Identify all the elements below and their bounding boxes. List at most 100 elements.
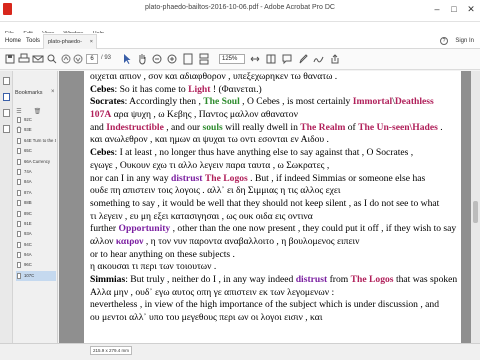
text-run: will really dwell in	[222, 121, 301, 133]
close-pane-icon[interactable]: ×	[51, 89, 55, 95]
page-up-icon[interactable]	[61, 53, 71, 65]
tab-tools[interactable]: Tools	[26, 33, 40, 49]
text-run: of	[345, 121, 359, 133]
bookmark-item[interactable]: 74A	[16, 167, 56, 177]
bookmark-item[interactable]: 91E	[16, 219, 56, 229]
print-icon[interactable]	[18, 53, 30, 65]
bookmark-item[interactable]: 87A	[16, 188, 56, 198]
tab-document[interactable]: plato-phaedo-bailt... ×	[43, 34, 97, 59]
text-line: αλλον καιρον , η τον νυν παροντα αναβαλλ…	[90, 236, 456, 249]
bookmark-icon	[17, 262, 21, 269]
bookmark-label: 94A	[24, 252, 32, 258]
text-run: : I at least , no longer thus have anyth…	[114, 147, 414, 159]
text-line: nevertheless , in view of the high impor…	[90, 299, 456, 312]
bookmark-item[interactable]: 107C	[16, 270, 56, 282]
text-run: distrust	[295, 274, 328, 285]
text-line: Cebes: I at least , no longer thus have …	[90, 147, 456, 160]
page-down-icon[interactable]	[73, 53, 83, 65]
select-cursor-icon[interactable]	[122, 53, 132, 65]
scroll-mode-icon[interactable]	[198, 53, 210, 65]
sign-in-link[interactable]: Sign In	[455, 33, 474, 49]
scrollbar-thumb[interactable]	[473, 201, 478, 223]
text-run: : Accordingly then ,	[124, 96, 204, 108]
bookmark-label: 93A	[24, 231, 32, 237]
bookmarks-title: Bookmarks	[15, 90, 43, 96]
bookmark-icon	[17, 200, 21, 207]
bookmark-icon	[17, 272, 21, 279]
bookmark-item[interactable]: 66A Currency	[16, 157, 56, 167]
hand-tool-icon[interactable]	[137, 53, 147, 65]
vertical-scrollbar[interactable]	[471, 71, 480, 343]
attachments-icon[interactable]	[3, 109, 10, 117]
text-line: ου μεντοι αλλ᾽ υπο του μεγεθους περι ων …	[90, 312, 456, 325]
text-run: Light	[188, 83, 211, 95]
layers-icon[interactable]	[3, 125, 10, 133]
maximize-button[interactable]: □	[446, 2, 462, 16]
bookmark-item[interactable]: 64E Turn to the Soul	[16, 136, 56, 146]
minimize-button[interactable]: –	[429, 2, 445, 16]
text-run: The Soul	[203, 96, 240, 108]
pdf-page: οιχεται απιον , σον και αδιαφθορον , υπε…	[84, 71, 461, 343]
zoom-in-icon[interactable]	[167, 53, 177, 65]
bookmark-label: 96C	[24, 262, 32, 268]
tab-home[interactable]: Home	[5, 33, 21, 49]
bookmark-list: 92C 93E 64E Turn to the Soul 65C 66A Currenc…	[16, 115, 56, 282]
bookmark-item[interactable]: 65C	[16, 146, 56, 156]
save-icon[interactable]	[4, 53, 16, 65]
bookmark-item[interactable]: 84A	[16, 177, 56, 187]
bookmark-icon	[17, 252, 21, 259]
bookmark-icon	[17, 210, 21, 217]
bookmark-icon	[17, 231, 21, 238]
bookmark-icon	[17, 137, 21, 144]
text-run: . But , if indeed Simmias or someone els…	[247, 172, 426, 184]
sign-icon[interactable]	[313, 53, 325, 65]
text-run: Αλλα μην , ουδ᾽ εγω αυτος οπη γε απιστει…	[90, 286, 335, 298]
share-icon[interactable]	[329, 53, 341, 65]
text-run: ουδε πη απιστειν τοις λογοις . αλλ᾽ ει δ…	[90, 185, 341, 197]
fit-width-icon[interactable]	[250, 53, 260, 65]
read-mode-icon[interactable]	[266, 53, 276, 65]
text-run: The Realm	[300, 121, 346, 133]
bookmark-label: 84A	[24, 179, 32, 185]
bookmark-icon	[17, 148, 21, 155]
document-view[interactable]: οιχεται απιον , σον και αδιαφθορον , υπε…	[59, 71, 480, 343]
text-run: αλλον	[90, 235, 116, 247]
text-run: The Logos	[204, 172, 248, 184]
tab-close-icon[interactable]: ×	[90, 35, 93, 49]
page-number-input[interactable]: 6	[86, 54, 98, 64]
bookmark-item[interactable]: 88B	[16, 198, 56, 208]
text-line: and Indestructible , and our souls will …	[90, 122, 456, 135]
text-run: that was spoken	[393, 274, 458, 285]
bookmark-label: 74A	[24, 168, 32, 174]
bookmark-icon	[17, 117, 21, 123]
bookmark-item[interactable]: 92C	[16, 115, 56, 125]
zoom-out-icon[interactable]	[152, 53, 162, 65]
search-icon[interactable]	[46, 53, 58, 65]
email-icon[interactable]	[32, 53, 44, 65]
bookmark-icon	[17, 241, 21, 248]
bookmark-item[interactable]: 93A	[16, 229, 56, 239]
bookmark-icon	[17, 189, 21, 196]
help-icon[interactable]: ?	[440, 37, 448, 45]
text-run: Socrates	[90, 96, 125, 108]
fit-page-icon[interactable]	[182, 53, 194, 65]
bookmark-item[interactable]: 94C	[16, 240, 56, 250]
text-line: 107A αρα ψυχη , ω Κεβης , Παντος μαλλον …	[90, 109, 456, 122]
bookmark-label: 88B	[24, 200, 32, 206]
close-button[interactable]: ✕	[463, 2, 479, 16]
text-run: εγωγε , Ουκουν εχω τι αλλο λεγειν παρα τ…	[90, 159, 330, 171]
bookmark-item[interactable]: 93E	[16, 125, 56, 135]
bookmarks-icon[interactable]	[3, 93, 10, 101]
bookmark-item[interactable]: 96C	[16, 260, 56, 270]
zoom-input[interactable]: 125%	[219, 54, 245, 64]
text-line: Cebes: So it has come to Light ! (Φαινετ…	[90, 84, 456, 97]
comment-icon[interactable]	[282, 53, 292, 65]
page-thumbnails-icon[interactable]	[3, 77, 10, 85]
text-line: τι λεγειν , ευ μη εξει κατασιγησαι , ως …	[90, 211, 456, 224]
bookmark-item[interactable]: 89C	[16, 209, 56, 219]
title-bar[interactable]: plato-phaedo-bailtos-2016-10-06.pdf - Ad…	[0, 0, 480, 22]
text-run: , other than the one now present , they …	[170, 223, 457, 235]
bookmark-item[interactable]: 94A	[16, 250, 56, 260]
highlight-pen-icon[interactable]	[298, 53, 308, 65]
tab-bar: Home Tools plato-phaedo-bailt... × ? Sig…	[0, 33, 480, 59]
